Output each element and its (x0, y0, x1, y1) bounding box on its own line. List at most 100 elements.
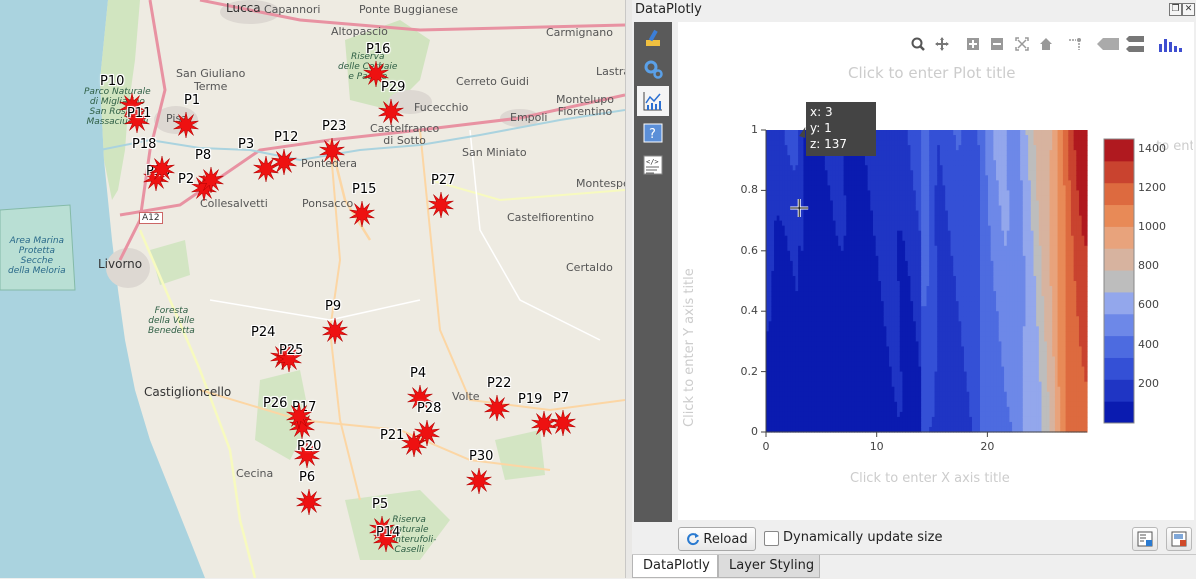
dock-tabs: DataPlotly Layer Styling (632, 554, 1196, 579)
x-tick-label: 0 (758, 440, 774, 453)
bottom-toolbar: Reload Dynamically update size (632, 524, 1196, 554)
marker-label: P12 (274, 130, 298, 145)
place-montelupo: Montelupo Fiorentino (556, 94, 614, 118)
help-icon[interactable]: ? (637, 118, 669, 148)
tab-dataplotly[interactable]: DataPlotly (632, 555, 718, 578)
place-altopascio: Altopascio (331, 25, 388, 38)
star-marker-icon (483, 394, 511, 422)
save-plot-html-icon[interactable] (1132, 527, 1158, 551)
star-marker-icon (172, 111, 200, 139)
reload-label: Reload (703, 532, 747, 547)
place-lastra: Lastra (596, 65, 625, 78)
park-foresta-valle-benedetta: Foresta della Valle Benedetta (148, 306, 195, 336)
star-marker-icon (318, 137, 346, 165)
marker-label: P23 (322, 119, 346, 134)
place-san-giuliano: San Giuliano Terme (176, 67, 245, 93)
marker-label: P2 (178, 172, 194, 187)
marker-label: P1 (184, 93, 200, 108)
marker-label: P20 (297, 439, 321, 454)
colorbar-swatch (1104, 205, 1134, 227)
colorbar-swatch (1104, 336, 1134, 358)
star-marker-icon (465, 467, 493, 495)
place-lucca: Lucca (226, 1, 261, 15)
star-marker-icon (270, 148, 298, 176)
contour-chart[interactable] (678, 22, 1194, 520)
x-tick-label: 10 (869, 440, 885, 453)
marker-label: P30 (469, 449, 493, 464)
svg-text:</>: </> (646, 158, 659, 166)
colorbar-swatch (1104, 248, 1134, 270)
y-tick-label: 0.2 (726, 365, 758, 378)
colorbar-swatch (1104, 357, 1134, 379)
y-tick-label: 0.4 (726, 304, 758, 317)
close-panel-button[interactable]: ✕ (1182, 3, 1195, 16)
map-canvas[interactable]: Lucca Capannori Ponte Buggianese Altopas… (0, 0, 625, 578)
place-fucecchio: Fucecchio (414, 101, 468, 114)
colorbar-swatch (1104, 161, 1134, 183)
road-shield-a12: A12 (139, 212, 163, 224)
marker-label: P14 (376, 525, 400, 540)
colorbar-tick-label: 1400 (1138, 142, 1166, 155)
tooltip-y: y: 1 (810, 120, 876, 136)
place-ponsacco: Ponsacco (302, 197, 353, 210)
dynamic-size-checkbox[interactable] (764, 531, 779, 546)
dataplotly-panel: DataPlotly ❐ ✕ ? </> Click to enter Plot… (632, 0, 1196, 578)
marker-label: P16 (366, 42, 390, 57)
colorbar-tick-label: 800 (1138, 259, 1159, 272)
panel-sidebar: ? </> (634, 22, 672, 522)
star-marker-icon (148, 155, 176, 183)
chart-icon[interactable] (637, 86, 669, 116)
star-marker-icon (285, 402, 313, 430)
colorbar-swatch (1104, 139, 1134, 161)
star-marker-icon (321, 317, 349, 345)
marker-label: P25 (279, 343, 303, 358)
y-tick-label: 1 (726, 123, 758, 136)
marker-label: P21 (380, 428, 404, 443)
gear-icon[interactable] (637, 54, 669, 84)
place-castelfiorentino: Castelfiorentino (507, 211, 594, 224)
save-plot-image-icon[interactable] (1166, 527, 1192, 551)
float-panel-button[interactable]: ❐ (1169, 3, 1182, 16)
y-tick-label: 0 (726, 425, 758, 438)
star-marker-icon (530, 410, 558, 438)
marker-label: P27 (431, 173, 455, 188)
marker-label: P3 (238, 137, 254, 152)
plot-area[interactable]: Click to enter Plot title Click to enter… (678, 22, 1194, 520)
place-carmignano: Carmignano (546, 26, 613, 39)
colorbar-swatch (1104, 314, 1134, 336)
star-marker-icon (377, 98, 405, 126)
marker-label: P22 (487, 376, 511, 391)
broom-icon[interactable] (637, 24, 669, 54)
reload-button[interactable]: Reload (678, 527, 756, 551)
reload-icon (686, 532, 700, 546)
tab-layer-styling[interactable]: Layer Styling (718, 555, 820, 578)
star-marker-icon (427, 191, 455, 219)
place-san-miniato: San Miniato (462, 146, 527, 159)
marker-label: P5 (372, 497, 388, 512)
marker-label: P10 (100, 74, 124, 89)
star-marker-icon (295, 488, 323, 516)
marker-label: P18 (132, 137, 156, 152)
place-castelfranco: Castelfranco di Sotto (370, 123, 439, 147)
code-icon[interactable]: </> (637, 150, 669, 180)
marker-label: P11 (127, 106, 151, 121)
star-marker-icon (197, 166, 225, 194)
marker-label: P8 (195, 148, 211, 163)
x-tick-label: 20 (979, 440, 995, 453)
y-tick-label: 0.6 (726, 244, 758, 257)
svg-text:?: ? (649, 127, 656, 142)
star-marker-icon (348, 200, 376, 228)
colorbar-swatch (1104, 292, 1134, 314)
place-livorno: Livorno (98, 257, 142, 271)
place-empoli: Empoli (510, 111, 548, 124)
colorbar-swatch (1104, 183, 1134, 205)
colorbar-swatch (1104, 270, 1134, 292)
place-montespertoli: Montespert (576, 177, 625, 190)
hover-tooltip: x: 3 y: 1 z: 137 (806, 102, 876, 156)
contour-fill (766, 130, 1088, 433)
marker-label: P9 (325, 299, 341, 314)
star-marker-icon (413, 419, 441, 447)
colorbar-tick-label: 1200 (1138, 181, 1166, 194)
area-marina-meloria: Area Marina Protetta Secche della Melori… (8, 236, 66, 276)
marker-label: P26 (263, 396, 287, 411)
